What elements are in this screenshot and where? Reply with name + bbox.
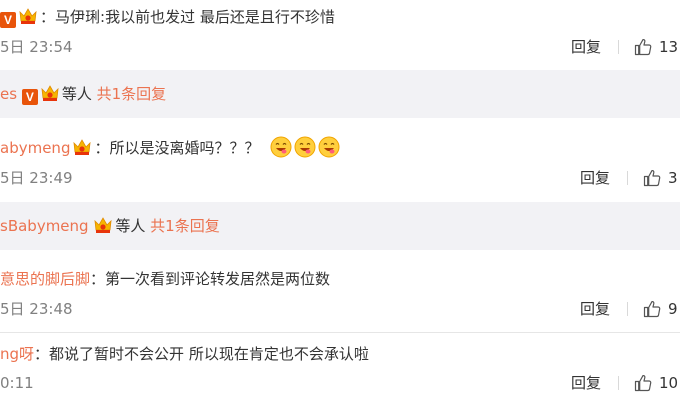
- like-button[interactable]: 13: [633, 37, 678, 57]
- like-count: 10: [659, 374, 679, 392]
- comment-item: abymeng ：所以是没离婚吗？？？ 5日 23:49 回复 3: [0, 118, 680, 202]
- comment-item: ng呀：都说了暂时不会公开 所以现在肯定也不会承认啦 0:11 回复 10: [0, 333, 680, 405]
- comment-text-line: abymeng ：所以是没离婚吗？？？: [0, 136, 340, 159]
- crown-icon: [93, 215, 113, 235]
- crown-icon: [40, 83, 60, 103]
- reply-button[interactable]: 回复: [580, 299, 610, 319]
- subreply-author[interactable]: es: [0, 85, 17, 103]
- comment-body: 马伊琍:我以前也发过 最后还是且行不珍惜: [55, 8, 335, 26]
- comment-body: 所以是没离婚吗？？？: [109, 139, 260, 157]
- thumbs-up-icon: [633, 373, 653, 393]
- comment-text-line: V ：马伊琍:我以前也发过 最后还是且行不珍惜: [0, 6, 335, 28]
- action-divider: [627, 171, 628, 185]
- thumbs-up-icon: [633, 37, 653, 57]
- like-count: 9: [668, 300, 678, 318]
- subreply-bar: es V 等人 共1条回复: [0, 70, 680, 118]
- action-divider: [618, 376, 619, 390]
- comment-author[interactable]: abymeng: [0, 139, 70, 157]
- comment-item: V ：马伊琍:我以前也发过 最后还是且行不珍惜 5日 23:54 回复 13: [0, 0, 680, 70]
- subreply-summary: es V 等人 共1条回复: [0, 83, 166, 105]
- comment-item: 意思的脚后脚：第一次看到评论转发居然是两位数 5日 23:48 回复 9: [0, 250, 680, 332]
- colon: ：: [94, 139, 110, 157]
- like-button[interactable]: 10: [633, 373, 678, 393]
- colon: ：: [90, 270, 106, 288]
- colon: ：: [40, 8, 56, 26]
- comment-time: 0:11: [0, 374, 34, 392]
- comment-body: 第一次看到评论转发居然是两位数: [105, 270, 331, 288]
- comment-author[interactable]: ng呀: [0, 345, 34, 363]
- like-count: 3: [668, 169, 678, 187]
- yummy-face-emoji: [294, 136, 316, 158]
- subreply-suffix: 等人: [115, 217, 146, 235]
- thumbs-up-icon: [642, 299, 662, 319]
- like-count: 13: [659, 38, 679, 56]
- comment-text-line: ng呀：都说了暂时不会公开 所以现在肯定也不会承认啦: [0, 343, 369, 365]
- comment-text-line: 意思的脚后脚：第一次看到评论转发居然是两位数: [0, 268, 330, 290]
- subreply-author[interactable]: sBabymeng: [0, 217, 89, 235]
- comment-body: 都说了暂时不会公开 所以现在肯定也不会承认啦: [49, 345, 369, 363]
- subreply-bar: sBabymeng 等人 共1条回复: [0, 202, 680, 250]
- reply-button[interactable]: 回复: [571, 373, 601, 393]
- like-button[interactable]: 9: [642, 299, 678, 319]
- comment-author[interactable]: 意思的脚后脚: [0, 270, 90, 288]
- crown-icon: [18, 6, 38, 26]
- yummy-face-emoji: [318, 136, 340, 158]
- subreply-suffix: 等人: [61, 85, 92, 103]
- yummy-face-emoji: [270, 136, 292, 158]
- crown-icon: [72, 137, 92, 157]
- comment-time: 5日 23:54: [0, 38, 73, 56]
- view-replies-link[interactable]: 共1条回复: [150, 217, 220, 235]
- thumbs-up-icon: [642, 168, 662, 188]
- subreply-summary: sBabymeng 等人 共1条回复: [0, 215, 220, 237]
- like-button[interactable]: 3: [642, 168, 678, 188]
- action-divider: [618, 40, 619, 54]
- v-badge: V: [0, 12, 16, 28]
- reply-button[interactable]: 回复: [580, 168, 610, 188]
- comment-time: 5日 23:49: [0, 169, 73, 187]
- reply-button[interactable]: 回复: [571, 37, 601, 57]
- v-badge: V: [21, 89, 38, 105]
- action-divider: [627, 302, 628, 316]
- comment-time: 5日 23:48: [0, 300, 73, 318]
- colon: ：: [34, 345, 50, 363]
- view-replies-link[interactable]: 共1条回复: [97, 85, 167, 103]
